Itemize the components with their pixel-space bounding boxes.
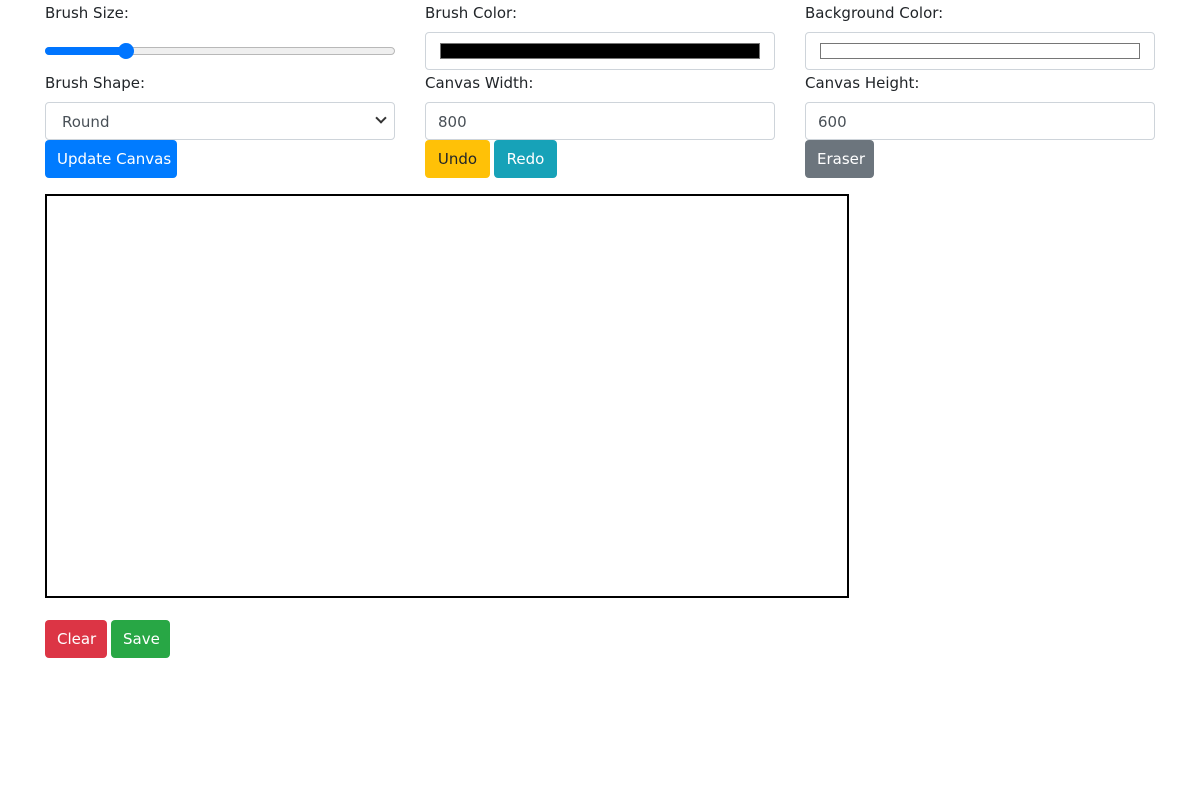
- clear-button[interactable]: Clear: [45, 620, 107, 658]
- slider-fill: [45, 47, 126, 55]
- canvas-height-input[interactable]: 600: [805, 102, 1155, 140]
- chevron-down-icon: [375, 112, 387, 124]
- canvas-width-label: Canvas Width:: [425, 74, 534, 92]
- brush-size-slider[interactable]: [45, 40, 395, 62]
- save-button[interactable]: Save: [111, 620, 170, 658]
- background-color-label: Background Color:: [805, 4, 944, 22]
- undo-button[interactable]: Undo: [425, 140, 490, 178]
- brush-size-label: Brush Size:: [45, 4, 129, 22]
- update-canvas-button[interactable]: Update Canvas: [45, 140, 177, 178]
- brush-shape-label: Brush Shape:: [45, 74, 146, 92]
- canvas-width-value: 800: [438, 113, 467, 131]
- canvas-height-label: Canvas Height:: [805, 74, 920, 92]
- canvas-width-input[interactable]: 800: [425, 102, 775, 140]
- eraser-button[interactable]: Eraser: [805, 140, 874, 178]
- brush-color-swatch: [440, 43, 760, 59]
- brush-shape-selected: Round: [62, 113, 110, 131]
- slider-thumb[interactable]: [118, 43, 134, 59]
- drawing-canvas[interactable]: [45, 194, 849, 598]
- brush-shape-select[interactable]: Round: [45, 102, 395, 140]
- brush-color-picker[interactable]: [425, 32, 775, 70]
- redo-button[interactable]: Redo: [494, 140, 557, 178]
- background-color-picker[interactable]: [805, 32, 1155, 70]
- background-color-swatch: [820, 43, 1140, 59]
- brush-color-label: Brush Color:: [425, 4, 518, 22]
- canvas-height-value: 600: [818, 113, 847, 131]
